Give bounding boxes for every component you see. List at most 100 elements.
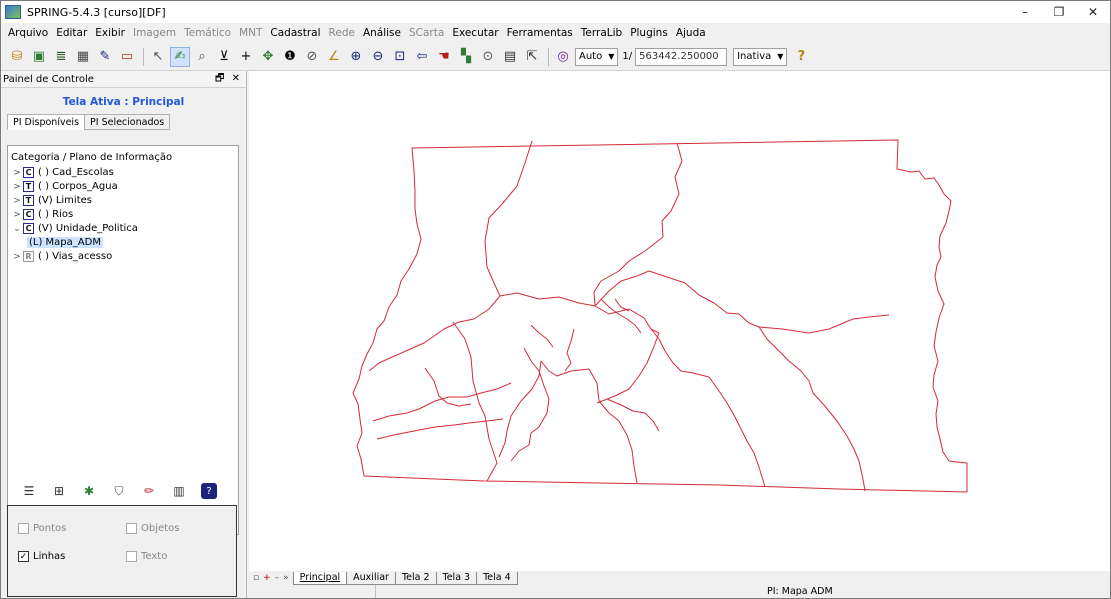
chevron-right-icon[interactable]: > [11,182,23,192]
tree-item-vias-acesso[interactable]: > R ( ) Vias_acesso [11,250,235,263]
tab-pi-disponiveis[interactable]: PI Disponíveis [7,114,86,130]
screen-icon[interactable]: ▭ [117,47,137,67]
menu-arquivo[interactable]: Arquivo [4,27,52,39]
category-type-icon: T [23,181,34,192]
checkbox-texto[interactable] [126,551,137,562]
info-icon[interactable]: ❶ [280,47,300,67]
close-button[interactable]: ✕ [1076,1,1110,23]
tab-remove-icon[interactable]: – [275,573,280,583]
table-icon[interactable]: ⊞ [51,483,67,499]
category-type-icon: C [23,167,34,178]
menu-terralib[interactable]: TerraLib [577,27,626,39]
menu-cadastral[interactable]: Cadastral [266,27,324,39]
menu-analise[interactable]: Análise [359,27,405,39]
active-screen-label: Tela Ativa : Principal [62,96,185,108]
database-icon[interactable]: ⛁ [7,47,27,67]
zoom-in-icon[interactable]: ⊕ [346,47,366,67]
layer-icon[interactable]: ▥ [171,483,187,499]
visual-icon[interactable]: ✱ [81,483,97,499]
tab-tela-3[interactable]: Tela 3 [435,571,478,585]
plus-icon[interactable]: + [236,47,256,67]
layers-icon[interactable]: ≣ [51,47,71,67]
pen-icon[interactable]: ✎ [95,47,115,67]
panel-float-close-buttons[interactable]: 🗗 ✕ [215,71,242,88]
zoom-out-icon[interactable]: ⊖ [368,47,388,67]
zoom-area-icon[interactable]: ⊡ [390,47,410,67]
menu-ajuda[interactable]: Ajuda [672,27,710,39]
option-label: Pontos [33,523,67,534]
style-icon[interactable]: ⛉ [111,483,127,499]
checkbox-linhas[interactable]: ✓ [18,551,29,562]
chevron-down-icon[interactable]: ⌄ [11,224,23,234]
menu-editar[interactable]: Editar [52,27,91,39]
tree-item-mapa-adm[interactable]: (L) Mapa_ADM [11,236,235,249]
option-pontos[interactable]: Pontos [18,523,66,534]
zoom-icon[interactable]: ⌕ [192,47,212,67]
menu-imagem[interactable]: Imagem [129,27,180,39]
edit-line-icon[interactable]: ∠ [324,47,344,67]
title-bar: SPRING-5.4.3 [curso][DF] – ❐ ✕ [1,1,1110,23]
map-drawing[interactable] [249,71,1110,571]
tree-item-corpos-agua[interactable]: > T ( ) Corpos_Agua [11,180,235,193]
option-texto[interactable]: Texto [126,551,167,562]
tab-tela-4[interactable]: Tela 4 [476,571,518,585]
minimize-button[interactable]: – [1008,1,1042,23]
tree-item-cad-escolas[interactable]: > C ( ) Cad_Escolas [11,166,235,179]
tree-item-rios[interactable]: > C ( ) Rios [11,208,235,221]
menu-plugins[interactable]: Plugins [626,27,672,39]
checkbox-objetos[interactable] [126,523,137,534]
boundary-line [372,382,512,422]
menu-rede[interactable]: Rede [325,27,359,39]
tab-principal[interactable]: Principal [292,571,348,585]
tab-first-icon[interactable]: ▫ [253,573,259,583]
option-label: Texto [141,551,168,562]
cursor-icon[interactable]: ↖ [148,47,168,67]
option-linhas[interactable]: ✓ Linhas [18,551,65,562]
boundary-line [600,298,642,334]
draw-icon[interactable]: ✍ [170,46,190,67]
measure-icon[interactable]: ⊘ [302,47,322,67]
map-canvas[interactable] [249,71,1110,571]
chevron-right-icon[interactable]: > [11,168,23,178]
help-icon[interactable]: ? [791,47,811,67]
restore-button[interactable]: ❐ [1042,1,1076,23]
menu-scarta[interactable]: SCarta [405,27,448,39]
tab-add-icon[interactable]: + [263,573,271,583]
chevron-right-icon[interactable]: > [11,210,23,220]
menu-ferramentas[interactable]: Ferramentas [503,27,577,39]
boundary-line [424,367,472,407]
pan-icon[interactable]: ✥ [258,47,278,67]
tab-last-icon[interactable]: » [283,573,289,583]
project-icon[interactable]: ▣ [29,47,49,67]
state-select[interactable]: Inativa ▼ [733,47,788,66]
tab-tela-2[interactable]: Tela 2 [394,571,437,585]
tree-item-limites[interactable]: > T (V) Limites [11,194,235,207]
help-icon[interactable]: ? [201,483,217,499]
menu-mnt[interactable]: MNT [235,27,266,39]
tab-pi-selecionados[interactable]: PI Selecionados [84,114,171,130]
menu-executar[interactable]: Executar [448,27,502,39]
grid-icon[interactable]: ▦ [73,47,93,67]
palette-icon[interactable]: ◎ [553,47,573,67]
checkbox-pontos[interactable] [18,523,29,534]
spring-window: SPRING-5.4.3 [curso][DF] – ❐ ✕ Arquivo E… [0,0,1111,599]
tree-item-unidade-politica[interactable]: ⌄ C (V) Unidade_Politica [11,222,235,235]
draw-mode-icon[interactable]: ▚ [456,47,476,67]
menu-exibir[interactable]: Exibir [91,27,129,39]
boundary-line [530,324,554,348]
list-icon[interactable]: ☰ [21,483,37,499]
menu-tematico[interactable]: Temático [180,27,235,39]
underline-icon[interactable]: ⊻ [214,47,234,67]
chevron-right-icon[interactable]: > [11,252,23,262]
scale-input[interactable]: 563442.250000 [635,47,728,66]
tab-auxiliar[interactable]: Auxiliar [346,571,396,585]
option-objetos[interactable]: Objetos [126,523,179,534]
hand-icon[interactable]: ☚ [434,47,454,67]
zoom-dropdown-icon[interactable]: ⊙ [478,47,498,67]
pencil-icon[interactable]: ✏ [141,483,157,499]
back-arrow-icon[interactable]: ⇦ [412,47,432,67]
chevron-right-icon[interactable]: > [11,196,23,206]
table-icon[interactable]: ▤ [500,47,520,67]
pointer-plus-icon[interactable]: ⇱ [522,47,542,67]
mode-select[interactable]: Auto ▼ [575,47,619,66]
